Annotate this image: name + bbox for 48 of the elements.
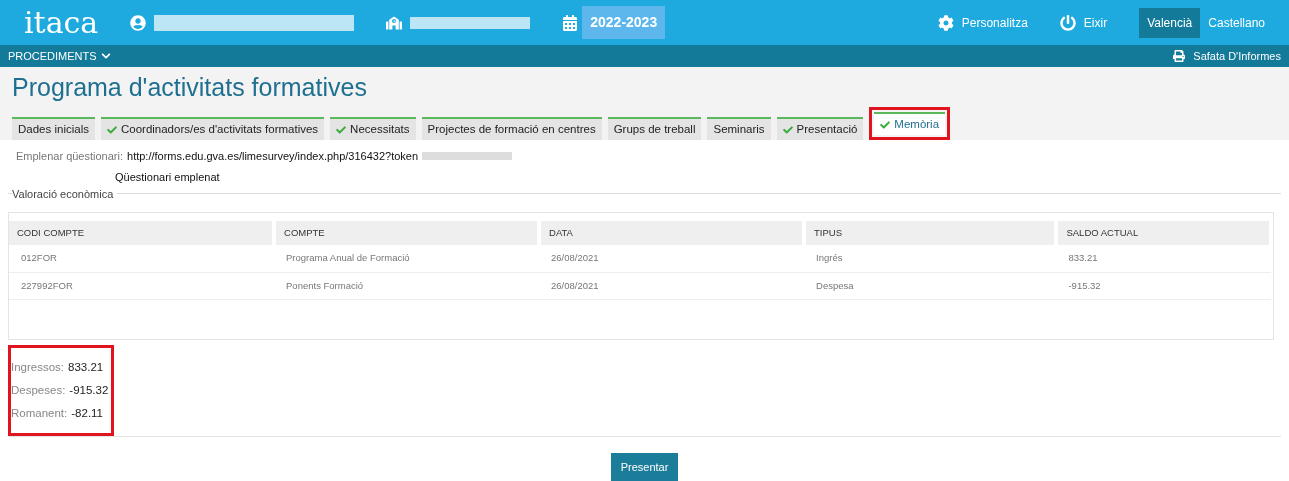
- tab[interactable]: Projectes de formació en centres: [421, 117, 602, 140]
- table-cell: 833.21: [1056, 245, 1271, 272]
- calendar-icon: [562, 14, 579, 31]
- table-cell: 012FOR: [9, 245, 274, 272]
- tab[interactable]: Presentació: [776, 117, 864, 140]
- table-cell: 227992FOR: [9, 272, 274, 300]
- tab[interactable]: Necessitats: [330, 117, 416, 140]
- table-cell: Ponents Formació: [274, 272, 540, 300]
- check-icon: [336, 124, 347, 135]
- total-value: -82.11: [71, 406, 104, 421]
- table-cell: Ingrés: [804, 245, 1057, 272]
- column-header: DATA: [539, 221, 805, 246]
- procedures-menu[interactable]: PROCEDIMENTS: [8, 47, 111, 65]
- column-header: COMPTE: [274, 221, 540, 246]
- check-icon: [782, 124, 793, 135]
- tab[interactable]: Dades inicials: [12, 117, 95, 140]
- tab[interactable]: Grups de treball: [607, 117, 702, 140]
- gear-icon: [937, 14, 954, 31]
- questionnaire-label: Emplenar qüestionari:: [16, 149, 123, 164]
- total-label: Romanent:: [11, 406, 68, 421]
- submit-button[interactable]: Presentar: [610, 453, 679, 481]
- table-cell: 26/08/2021: [539, 245, 805, 272]
- tab[interactable]: Coordinadors/es d'activitats formatives: [100, 117, 325, 140]
- tab[interactable]: Memòria: [874, 112, 946, 135]
- total-value: -915.32: [69, 383, 109, 398]
- user-icon: [130, 14, 147, 31]
- column-header: CODI COMPTE: [9, 221, 274, 246]
- total-value: 833.21: [68, 360, 104, 375]
- check-icon: [106, 124, 117, 135]
- questionnaire-link[interactable]: http://forms.edu.gva.es/limesurvey/index.php/316432?token: [127, 148, 419, 165]
- page-title: Programa d'activitats formatives: [12, 72, 368, 103]
- language-button[interactable]: Valencià: [1139, 7, 1201, 38]
- table-cell: Programa Anual de Formació: [274, 245, 540, 272]
- column-header: TIPUS: [804, 221, 1057, 246]
- check-icon: [880, 119, 891, 130]
- chevron-icon: [100, 51, 111, 61]
- total-label: Ingressos:: [11, 360, 65, 375]
- total-label: Despeses:: [11, 383, 66, 398]
- power-icon: [1059, 14, 1076, 31]
- tab[interactable]: Seminaris: [707, 117, 771, 140]
- printer-icon: [1173, 50, 1186, 62]
- table-cell: 26/08/2021: [539, 272, 805, 300]
- school-icon: [386, 14, 403, 31]
- table-cell: -915.32: [1056, 272, 1271, 300]
- table-cell: Despesa: [804, 272, 1057, 300]
- questionnaire-status: Qüestionari emplenat: [115, 169, 221, 185]
- column-header: SALDO ACTUAL: [1056, 221, 1271, 246]
- reports-link[interactable]: Safata D'Informes: [1193, 47, 1281, 65]
